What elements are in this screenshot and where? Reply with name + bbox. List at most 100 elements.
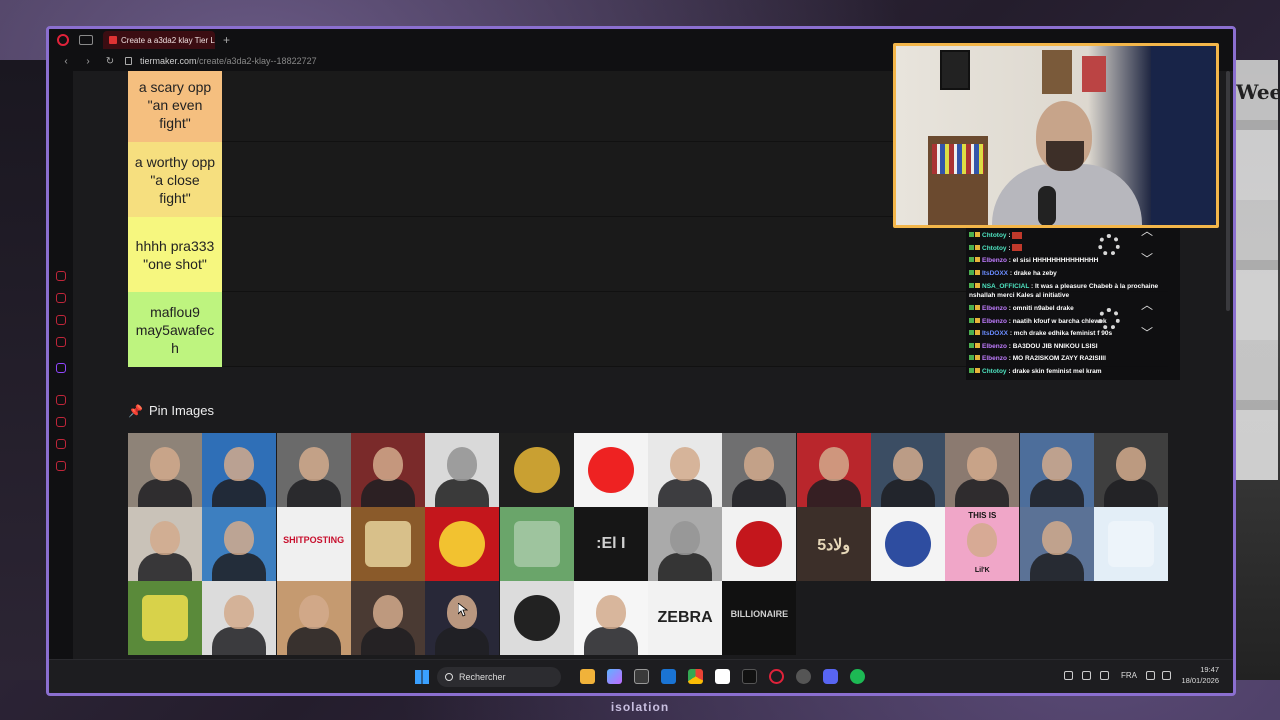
pin-image-tile[interactable] <box>871 507 945 581</box>
chat-username: NSA_OFFICIAL <box>982 283 1030 290</box>
pin-image-tile[interactable] <box>425 507 500 581</box>
pinboard-icon[interactable] <box>56 439 66 449</box>
network-icon[interactable] <box>1082 671 1091 680</box>
chat-text: BA3DOU JIB NNIKOU LSISI <box>1012 342 1098 350</box>
outlook-icon[interactable] <box>661 669 676 684</box>
pin-image-tile[interactable] <box>202 433 277 507</box>
new-tab-button[interactable]: + <box>223 33 230 47</box>
opera-taskbar-icon[interactable] <box>769 669 784 684</box>
tab-manager-icon[interactable] <box>79 35 93 45</box>
back-icon[interactable]: ‹ <box>61 56 71 67</box>
pin-image-tile[interactable] <box>1093 507 1168 581</box>
history-icon[interactable] <box>56 395 66 405</box>
chevron-up-icon[interactable]: ︿ <box>1141 222 1153 239</box>
clock[interactable]: 19:47 18/01/2026 <box>1181 664 1219 686</box>
taskbar-search[interactable]: Rechercher <box>437 667 561 687</box>
pin-image-tile[interactable] <box>128 581 202 655</box>
opera-logo-icon[interactable] <box>57 34 69 46</box>
pin-image-tile[interactable] <box>425 433 500 507</box>
tile-figure-body <box>1103 479 1158 507</box>
pin-image-tile[interactable] <box>128 507 202 581</box>
taskbar-search-label: Rechercher <box>459 672 506 682</box>
volume-icon[interactable] <box>1162 671 1171 680</box>
pin-image-tile[interactable] <box>276 581 351 655</box>
pin-image-tile[interactable] <box>648 507 723 581</box>
browser-sidebar <box>49 71 73 659</box>
pin-image-tile[interactable] <box>499 507 574 581</box>
pin-image-tile[interactable]: :El I <box>573 507 648 581</box>
copilot-icon[interactable] <box>607 669 622 684</box>
pin-image-tile[interactable] <box>350 507 425 581</box>
tier-label[interactable]: maflou9 may5awafec h <box>128 292 222 367</box>
pin-image-tile[interactable] <box>722 507 797 581</box>
pin-image-tile[interactable] <box>499 581 574 655</box>
messenger-icon[interactable] <box>56 315 66 325</box>
pin-image-tile[interactable] <box>350 581 425 655</box>
url-field[interactable]: tiermaker.com/create/a3da2-klay--1882272… <box>140 56 317 66</box>
pin-image-tile[interactable] <box>350 433 425 507</box>
shopping-icon[interactable] <box>56 293 66 303</box>
microphone-icon[interactable] <box>1100 671 1109 680</box>
chevron-down-icon[interactable]: ﹀ <box>1141 250 1153 267</box>
pin-image-tile[interactable] <box>202 581 277 655</box>
forward-icon[interactable]: › <box>83 56 93 67</box>
pin-image-tile[interactable] <box>722 433 797 507</box>
chrome-icon[interactable] <box>688 669 703 684</box>
tier-label[interactable]: a worthy opp "a close fight" <box>128 142 222 217</box>
gear-icon[interactable] <box>1098 234 1120 256</box>
tile-figure-body <box>286 479 341 507</box>
pin-image-tile[interactable] <box>796 433 871 507</box>
twitch-icon[interactable] <box>56 363 66 373</box>
pin-image-tile[interactable] <box>648 433 723 507</box>
chat-message: Elbenzo : BA3DOU JIB NNIKOU LSISI <box>969 341 1177 354</box>
notion-icon[interactable] <box>715 669 730 684</box>
pin-image-tile[interactable]: ZEBRA <box>648 581 723 655</box>
browser-tab[interactable]: Create a a3da2 klay Tier L × <box>103 31 215 49</box>
pin-image-tile[interactable]: SHITPOSTING <box>276 507 351 581</box>
wifi-icon[interactable] <box>1146 671 1155 680</box>
language-indicator[interactable]: FRA <box>1121 671 1137 680</box>
chevron-up-icon[interactable]: ︿ <box>1141 296 1153 313</box>
pin-image-tile[interactable] <box>1093 433 1168 507</box>
store-icon[interactable] <box>634 669 649 684</box>
tile-figure-face <box>967 447 998 481</box>
pin-image-tile[interactable] <box>871 433 945 507</box>
lock-icon[interactable] <box>125 57 132 65</box>
page-scrollbar[interactable] <box>1226 71 1230 311</box>
chat-username: Elbenzo <box>982 355 1007 362</box>
clock-icon[interactable] <box>56 417 66 427</box>
pin-image-tile[interactable]: THIS IS Lil'K <box>945 507 1020 581</box>
badge-icon <box>975 232 980 237</box>
pin-image-tile[interactable] <box>128 433 202 507</box>
pin-image-tile[interactable] <box>1019 507 1094 581</box>
windows-start-icon[interactable] <box>415 670 429 684</box>
music-icon[interactable] <box>56 337 66 347</box>
pin-image-tile[interactable] <box>202 507 277 581</box>
obs-icon[interactable] <box>796 669 811 684</box>
gear-icon[interactable] <box>1098 308 1120 330</box>
file-explorer-icon[interactable] <box>580 669 595 684</box>
pin-image-tile[interactable] <box>945 433 1020 507</box>
discord-icon[interactable] <box>823 669 838 684</box>
capcut-icon[interactable] <box>742 669 757 684</box>
chat-username: Chtotoy <box>982 367 1007 375</box>
chat-username: Elbenzo <box>982 342 1007 350</box>
spotify-icon[interactable] <box>850 669 865 684</box>
pin-image-tile[interactable] <box>573 433 648 507</box>
chat-username: Elbenzo <box>982 317 1007 325</box>
reload-icon[interactable]: ↻ <box>105 56 115 67</box>
pin-image-tile[interactable] <box>425 581 500 655</box>
pin-image-tile[interactable] <box>499 433 574 507</box>
pin-image-tile[interactable] <box>1019 433 1094 507</box>
ai-icon[interactable] <box>56 271 66 281</box>
tray-expand-icon[interactable] <box>1064 671 1073 680</box>
pin-image-tile[interactable] <box>573 581 648 655</box>
chevron-down-icon[interactable]: ﹀ <box>1141 324 1153 341</box>
tier-label[interactable]: a scary opp "an even fight" <box>128 71 222 142</box>
pin-image-tile[interactable]: ولاد5 <box>796 507 871 581</box>
pin-image-tile[interactable]: BILLIONAIRE <box>722 581 797 655</box>
tier-label[interactable]: hhhh pra333 "one shot" <box>128 217 222 292</box>
tile-figure-body <box>212 553 267 581</box>
settings-icon[interactable] <box>56 461 66 471</box>
pin-image-tile[interactable] <box>276 433 351 507</box>
